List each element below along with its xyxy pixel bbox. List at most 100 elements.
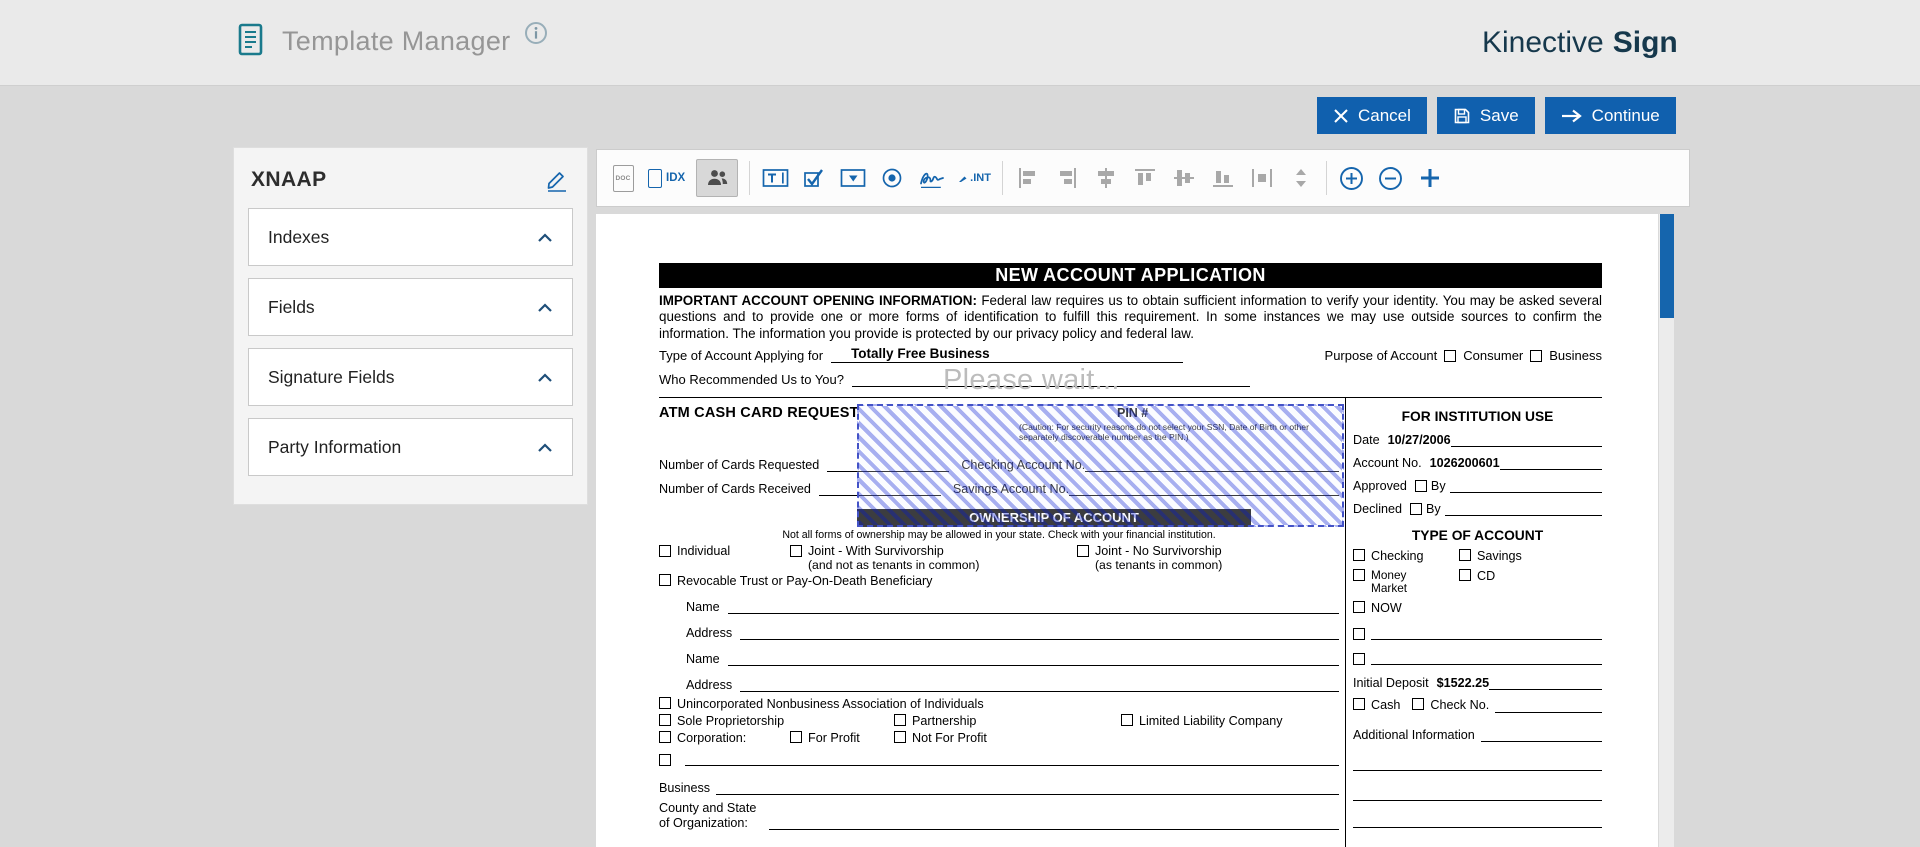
field-label: Date <box>1353 433 1380 447</box>
type-of-account-row: Type of Account Applying for Totally Fre… <box>659 346 1602 363</box>
field-selection-region[interactable] <box>857 404 1344 527</box>
snap-center-button[interactable] <box>1416 159 1444 197</box>
distribute-horizontal-button[interactable] <box>1248 159 1276 197</box>
document-page-icon: DOC <box>613 165 634 192</box>
doc-checkbox <box>1459 569 1471 581</box>
section-title: FOR INSTITUTION USE <box>1353 409 1602 424</box>
info-icon[interactable] <box>524 21 548 45</box>
brand-logo: KinectiveSign <box>1482 26 1678 60</box>
align-left-button[interactable] <box>1014 159 1042 197</box>
align-center-horizontal-button[interactable] <box>1092 159 1120 197</box>
address-row: Address <box>686 677 1339 692</box>
business-type-row: Sole Proprietorship Partnership Limited … <box>659 714 1339 728</box>
save-button[interactable]: Save <box>1437 97 1535 134</box>
toolbar-separator <box>1002 161 1003 195</box>
option-unincorporated: Unincorporated Nonbusiness Association o… <box>659 697 1339 711</box>
option-now: NOW <box>1353 601 1459 615</box>
align-middle-button[interactable] <box>1170 159 1198 197</box>
accordion-label: Party Information <box>268 437 401 458</box>
align-top-button[interactable] <box>1131 159 1159 197</box>
field-label: Checking <box>1371 549 1424 563</box>
doc-checkbox <box>1353 569 1365 581</box>
now-row: NOW <box>1353 601 1602 615</box>
field-label: Address <box>686 626 732 640</box>
field-label: Limited Liability Company <box>1139 714 1283 728</box>
blank-line <box>740 677 1339 692</box>
field-label: CD <box>1477 569 1495 583</box>
zoom-in-button[interactable] <box>1338 159 1366 197</box>
field-value: Totally Free Business <box>831 346 1183 363</box>
document-viewport: NEW ACCOUNT APPLICATION IMPORTANT ACCOUN… <box>596 214 1674 847</box>
purpose-of-account-group: Purpose of Account Consumer Business <box>1325 348 1602 363</box>
vertical-scrollbar[interactable] <box>1658 214 1674 847</box>
doc-checkbox <box>659 697 671 709</box>
field-label: NOW <box>1371 601 1402 615</box>
edit-template-button[interactable] <box>542 165 572 195</box>
field-value: $1522.25 <box>1437 676 1490 690</box>
doc-checkbox <box>1415 480 1427 492</box>
continue-button[interactable]: Continue <box>1545 97 1676 134</box>
field-label: Name <box>686 600 720 614</box>
dropdown-field-tool-button[interactable] <box>839 159 867 197</box>
zoom-out-button[interactable] <box>1377 159 1405 197</box>
field-label: Unincorporated Nonbusiness Association o… <box>677 697 984 711</box>
doc-checkbox <box>1444 350 1456 362</box>
blank-line <box>1500 455 1602 470</box>
date-row: Date 10/27/2006 <box>1353 432 1602 447</box>
doc-checkbox <box>894 714 906 726</box>
field-label: Joint - No Survivorship <box>1095 544 1222 558</box>
signature-field-tool-button[interactable] <box>917 159 947 197</box>
align-bottom-icon <box>1211 166 1235 190</box>
accordion-party-information[interactable]: Party Information <box>248 418 573 476</box>
cancel-button[interactable]: Cancel <box>1317 97 1427 134</box>
initials-field-tool-button[interactable]: .INT <box>958 159 991 197</box>
money-market-cd-row: Money Market CD <box>1353 569 1602 595</box>
declined-row: Declined By <box>1353 501 1602 516</box>
doc-checkbox <box>1410 503 1422 515</box>
blank-line <box>728 651 1339 666</box>
align-bottom-button[interactable] <box>1209 159 1237 197</box>
radio-field-tool-button[interactable] <box>878 159 906 197</box>
distribute-horizontal-icon <box>1250 166 1274 190</box>
additional-information-row: Additional Information <box>1353 727 1602 742</box>
option-partnership: Partnership <box>894 714 1121 728</box>
corporation-row: Corporation: For Profit Not For Profit <box>659 731 1339 745</box>
field-label: Business <box>1549 348 1602 363</box>
pencil-icon <box>544 167 570 193</box>
name-row: Name <box>686 599 1339 614</box>
blank-line <box>728 599 1339 614</box>
doc-checkbox <box>659 545 671 557</box>
field-label: Partnership <box>912 714 976 728</box>
option-individual: Individual <box>659 544 790 558</box>
blank-line <box>1481 727 1602 742</box>
document-tool-button[interactable]: DOC <box>609 159 637 197</box>
doc-checkbox <box>1353 653 1365 665</box>
accordion-fields[interactable]: Fields <box>248 278 573 336</box>
other-option-row <box>659 751 1339 766</box>
field-label: Number of Cards Requested <box>659 458 819 472</box>
size-spinner-button[interactable] <box>1287 159 1315 197</box>
doc-checkbox <box>659 574 671 586</box>
doc-title-bar: NEW ACCOUNT APPLICATION <box>659 263 1602 288</box>
name-row: Name <box>686 651 1339 666</box>
option-cd: CD <box>1459 569 1495 583</box>
field-label: For Profit <box>808 731 860 745</box>
chevron-up-icon <box>537 373 553 382</box>
accordion-signature-fields[interactable]: Signature Fields <box>248 348 573 406</box>
app-header: Template Manager KinectiveSign <box>0 0 1920 86</box>
blank-line <box>1451 432 1602 447</box>
doc-checkbox <box>659 731 671 743</box>
align-right-button[interactable] <box>1053 159 1081 197</box>
accordion-indexes[interactable]: Indexes <box>248 208 573 266</box>
page-title: Template Manager <box>282 26 510 57</box>
zoom-out-icon <box>1377 165 1404 192</box>
text-field-tool-button[interactable] <box>761 159 789 197</box>
scrollbar-thumb[interactable] <box>1660 214 1674 318</box>
field-label: Type of Account Applying for <box>659 348 823 363</box>
checkbox-field-tool-button[interactable] <box>800 159 828 197</box>
index-tool-button[interactable]: IDX <box>648 159 685 197</box>
field-label: By <box>1426 502 1441 516</box>
parties-tool-button[interactable] <box>696 159 738 197</box>
field-label: Purpose of Account <box>1325 348 1438 363</box>
option-text: Joint - With Survivorship (and not as te… <box>808 544 979 572</box>
